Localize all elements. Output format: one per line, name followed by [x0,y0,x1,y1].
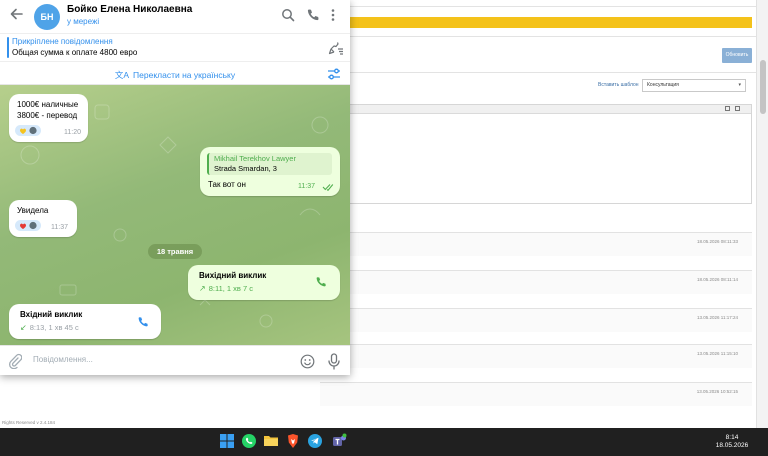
message-text: 1000€ наличные [17,100,79,109]
chevron-down-icon: ▾ [738,82,741,88]
call-details: 8:13, 1 хв 45 с [29,323,79,332]
message-text: Увидела [17,206,49,215]
log-row: 13.05.2026 11:17:24 [320,308,752,332]
divider [320,72,756,73]
incoming-message[interactable]: 1000€ наличные 3800€ - перевод 11:20 [9,94,88,142]
taskbar-clock[interactable]: 8:14 18.05.2026 [706,434,758,450]
double-check-icon [322,183,334,193]
scrollbar-thumb[interactable] [760,60,766,114]
log-row: 18.05.2026 08:11:33 [320,232,752,256]
divider [320,6,756,7]
telegram-icon[interactable] [307,433,325,451]
clock-date: 18.05.2026 [715,442,749,449]
log-row: 13.05.2026 11:15:10 [320,344,752,368]
chat-messages[interactable]: 1000€ наличные 3800€ - перевод 11:20 Mik… [0,85,350,345]
avatar[interactable]: БН [34,4,60,30]
telegram-chat-window: БН Бойко Елена Николаевна у мережі Прикр… [0,0,350,375]
pinned-indicator [7,37,9,58]
message-time: 11:37 [51,224,68,231]
microphone-icon[interactable] [327,353,341,370]
chat-header: БН Бойко Елена Николаевна у мережі [0,0,350,33]
log-date: 13.05.2026 11:17:24 [697,315,738,320]
footer-text: Rights Reserved v 2.4.184 [2,420,56,425]
log-row: 18.05.2026 08:11:14 [320,270,752,294]
reaction-badge[interactable] [15,125,41,136]
taskbar: 8:14 18.05.2026 [0,428,768,456]
log-date: 18.05.2026 08:11:14 [697,277,738,282]
divider [320,36,756,37]
file-explorer-icon[interactable] [263,433,281,451]
phone-icon[interactable] [315,276,327,288]
message-input[interactable]: Повідомлення... [33,355,93,364]
arrow-down-left-icon: ↙ [20,323,27,332]
template-select-value: Консультация [647,82,679,88]
translate-bar[interactable]: 文A Перекласти на українську [0,61,350,85]
arrow-up-right-icon: ↗ [199,284,206,293]
incoming-call-message[interactable]: Вхідний виклик ↙ 8:13, 1 хв 45 с [9,304,161,339]
pinned-title: Прикріплене повідомлення [12,37,113,46]
call-title: Вихідний виклик [199,271,267,280]
translate-button[interactable]: 文A Перекласти на українську [0,69,350,81]
crm-content: Обновить Вставить шаблон Консультация ▾ … [320,0,756,428]
pinned-message[interactable]: Прикріплене повідомлення Общая сумма к о… [0,33,350,61]
pinned-text: Общая сумма к оплате 4800 евро [12,48,138,57]
contact-status: у мережі [67,17,100,26]
yellow-banner [320,17,752,28]
template-select[interactable]: Консультация ▾ [642,79,746,92]
paperclip-icon[interactable] [8,353,23,370]
back-arrow-icon[interactable] [10,7,24,23]
reaction-badge[interactable] [15,220,41,231]
outgoing-message[interactable]: Mikhail Terekhov Lawyer Strada Smardan, … [200,147,340,196]
pin-list-icon[interactable] [328,41,343,55]
teams-icon[interactable] [331,433,349,451]
message-editor[interactable] [320,104,752,204]
window-icon[interactable] [725,106,730,111]
brave-browser-icon[interactable] [285,433,303,451]
page-scrollbar[interactable] [756,0,768,428]
incoming-message[interactable]: Увидела 11:37 [9,200,77,237]
reply-preview[interactable]: Mikhail Terekhov Lawyer Strada Smardan, … [207,153,332,175]
log-date: 13.05.2026 10:52:15 [696,389,738,394]
phone-icon[interactable] [137,316,149,328]
log-row: 13.05.2026 10:52:15 [320,382,752,406]
call-info: ↗ 8:11, 1 хв 7 с [199,284,253,293]
outgoing-call-message[interactable]: Вихідний виклик ↗ 8:11, 1 хв 7 с [188,265,340,300]
insert-template-link[interactable]: Вставить шаблон [598,82,639,88]
windows-start-icon[interactable] [219,433,237,451]
message-time: 11:20 [64,129,81,136]
reply-text: Strada Smardan, 3 [214,164,277,173]
clock-time: 8:14 [725,434,739,441]
phone-icon[interactable] [306,8,322,24]
sliders-icon[interactable] [327,67,341,81]
call-title: Вхідний виклик [20,310,83,319]
expand-icon[interactable] [735,106,740,111]
whatsapp-icon[interactable] [241,433,259,451]
message-text: 3800€ - перевод [17,111,78,120]
call-details: 8:11, 1 хв 7 с [208,284,253,293]
log-date: 13.05.2026 11:15:10 [697,351,738,356]
smiley-icon[interactable] [300,354,315,369]
message-text: Так вот он [208,180,246,189]
reply-author: Mikhail Terekhov Lawyer [214,154,296,163]
log-date: 18.05.2026 08:11:33 [697,239,738,244]
search-icon[interactable] [281,8,297,24]
editor-toolbar [321,105,751,114]
translate-label: Перекласти на українську [133,70,236,80]
date-separator: 18 травня [148,244,202,259]
message-time: 11:37 [298,183,315,190]
contact-name[interactable]: Бойко Елена Николаевна [67,4,192,15]
refresh-button[interactable]: Обновить [722,48,752,63]
translate-icon: 文A [114,70,130,80]
message-composer: Повідомлення... [0,345,350,375]
more-vertical-icon[interactable] [330,8,346,24]
call-info: ↙ 8:13, 1 хв 45 с [20,323,79,332]
